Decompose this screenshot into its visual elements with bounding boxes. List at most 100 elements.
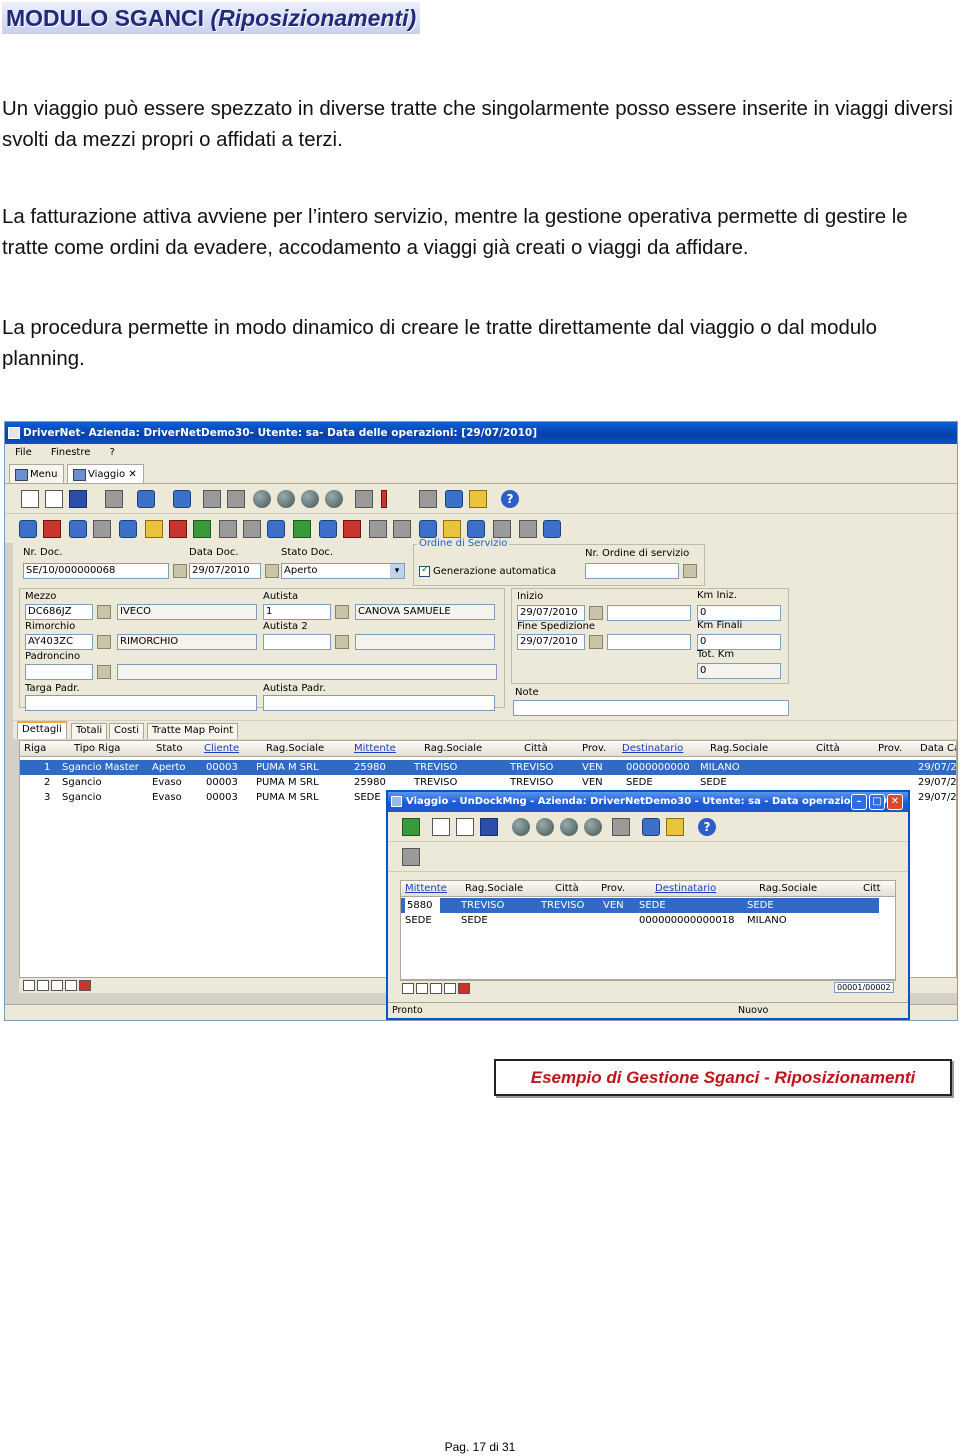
- child-prev-icon[interactable]: [536, 818, 554, 836]
- col-rag-sociale-3[interactable]: Rag.Sociale: [710, 741, 768, 757]
- grid-grid-icon[interactable]: [65, 980, 77, 991]
- note-field[interactable]: [513, 700, 789, 716]
- help-icon[interactable]: ?: [501, 490, 519, 508]
- tab-viaggio[interactable]: Viaggio ✕: [67, 464, 144, 483]
- export-icon[interactable]: [105, 490, 123, 508]
- menu-help[interactable]: ?: [110, 447, 115, 458]
- grid-print-icon[interactable]: [37, 980, 49, 991]
- child-grid-print-icon[interactable]: [416, 983, 428, 994]
- fine-calendar-icon[interactable]: [589, 635, 603, 649]
- group-icon[interactable]: [169, 520, 187, 538]
- alert-icon[interactable]: [381, 490, 387, 508]
- tab-menu[interactable]: Menu: [9, 464, 65, 483]
- autista-padr-field[interactable]: [263, 695, 495, 711]
- info2-icon[interactable]: [419, 520, 437, 538]
- colors-icon[interactable]: [267, 520, 285, 538]
- trucks-icon[interactable]: [43, 520, 61, 538]
- child-edit-icon[interactable]: [456, 818, 474, 836]
- child-save-icon[interactable]: [480, 818, 498, 836]
- nr-doc-field[interactable]: SE/10/000000068: [23, 563, 169, 579]
- inizio-time-field[interactable]: [607, 605, 691, 621]
- col-prov-2[interactable]: Prov.: [878, 741, 902, 757]
- grid-copy-icon[interactable]: [51, 980, 63, 991]
- fine-field[interactable]: 29/07/2010: [517, 634, 585, 650]
- menu-finestre[interactable]: Finestre: [51, 447, 90, 458]
- table-row[interactable]: 2 Sgancio Evaso 00003 PUMA M SRL 25980 T…: [20, 775, 956, 790]
- inizio-calendar-icon[interactable]: [589, 606, 603, 620]
- transfer-icon[interactable]: [193, 520, 211, 538]
- copy-icon[interactable]: [355, 490, 373, 508]
- print-icon[interactable]: [469, 490, 487, 508]
- km-iniz-field[interactable]: 0: [697, 605, 781, 621]
- grid-doc-icon[interactable]: [23, 980, 35, 991]
- child-copy-icon[interactable]: [612, 818, 630, 836]
- child-col-rag-sociale-1[interactable]: Rag.Sociale: [465, 881, 523, 897]
- child-print-icon[interactable]: [666, 818, 684, 836]
- rimorchio-lookup-icon[interactable]: [97, 635, 111, 649]
- copy2-icon[interactable]: [243, 520, 261, 538]
- stato-doc-select[interactable]: Aperto: [281, 563, 405, 579]
- close-icon[interactable]: ✕: [128, 469, 136, 480]
- col-cliente[interactable]: Cliente: [204, 741, 239, 757]
- col-destinatario[interactable]: Destinatario: [622, 741, 683, 757]
- child-col-destinatario[interactable]: Destinatario: [655, 881, 716, 897]
- calendar-icon[interactable]: [467, 520, 485, 538]
- generazione-checkbox[interactable]: [419, 564, 430, 577]
- first-record-icon[interactable]: [253, 490, 271, 508]
- globe2-icon[interactable]: [319, 520, 337, 538]
- search-icon[interactable]: [203, 490, 221, 508]
- child-grid-delete-icon[interactable]: [458, 983, 470, 994]
- table-row[interactable]: 5880 TREVISO TREVISO VEN SEDE SEDE: [401, 898, 879, 913]
- col-prov-1[interactable]: Prov.: [582, 741, 606, 757]
- padroncino-lookup-icon[interactable]: [97, 665, 111, 679]
- targa-padr-field[interactable]: [25, 695, 257, 711]
- document-icon[interactable]: [219, 520, 237, 538]
- child-col-citta[interactable]: Città: [555, 881, 579, 897]
- col-rag-sociale-1[interactable]: Rag.Sociale: [266, 741, 324, 757]
- child-grid-doc-icon[interactable]: [402, 983, 414, 994]
- cell[interactable]: 5880: [405, 898, 441, 913]
- last-record-icon[interactable]: [325, 490, 343, 508]
- child-col-prov[interactable]: Prov.: [601, 881, 625, 897]
- grid-delete-icon[interactable]: [79, 980, 91, 991]
- col-citta-1[interactable]: Città: [524, 741, 548, 757]
- trips-icon[interactable]: [19, 520, 37, 538]
- km-finali-field[interactable]: 0: [697, 634, 781, 650]
- col-citta-2[interactable]: Città: [816, 741, 840, 757]
- col-rag-sociale-2[interactable]: Rag.Sociale: [424, 741, 482, 757]
- autista2-field[interactable]: [263, 634, 331, 650]
- undo-icon[interactable]: [445, 490, 463, 508]
- child-first-icon[interactable]: [512, 818, 530, 836]
- col-mittente[interactable]: Mittente: [354, 741, 396, 757]
- tab-costi[interactable]: Costi: [109, 723, 145, 739]
- table-row[interactable]: 1 Sgancio Master Aperto 00003 PUMA M SRL…: [20, 760, 956, 775]
- gear-icon[interactable]: [393, 520, 411, 538]
- save-icon[interactable]: [69, 490, 87, 508]
- child-new-icon[interactable]: [432, 818, 450, 836]
- child-edit-doc-icon[interactable]: [402, 848, 420, 866]
- col-data-ca[interactable]: Data Ca: [920, 741, 956, 757]
- child-undo-icon[interactable]: [642, 818, 660, 836]
- child-col-rag-sociale-2[interactable]: Rag.Sociale: [759, 881, 817, 897]
- refresh-icon[interactable]: [343, 520, 361, 538]
- child-col-mittente[interactable]: Mittente: [405, 881, 447, 897]
- child-col-citta-2[interactable]: Citt: [863, 881, 881, 897]
- list-icon[interactable]: [119, 520, 137, 538]
- fine-time-field[interactable]: [607, 634, 691, 650]
- cancel-icon[interactable]: [369, 520, 387, 538]
- child-import-icon[interactable]: [402, 818, 420, 836]
- globe-icon[interactable]: [137, 490, 155, 508]
- child-help-icon[interactable]: ?: [698, 818, 716, 836]
- edit-doc-icon[interactable]: [45, 490, 63, 508]
- tool-icon[interactable]: [145, 520, 163, 538]
- rimorchio-field[interactable]: AY403ZC: [25, 634, 93, 650]
- open-icon[interactable]: [443, 520, 461, 538]
- merge-icon[interactable]: [293, 520, 311, 538]
- autista-lookup-icon[interactable]: [335, 605, 349, 619]
- maximize-button[interactable]: □: [869, 794, 885, 810]
- padroncino-field[interactable]: [25, 664, 93, 680]
- child-grid-grid-icon[interactable]: [444, 983, 456, 994]
- tab-totali[interactable]: Totali: [71, 723, 108, 739]
- lookup-icon[interactable]: [683, 564, 697, 578]
- col-stato[interactable]: Stato: [156, 741, 182, 757]
